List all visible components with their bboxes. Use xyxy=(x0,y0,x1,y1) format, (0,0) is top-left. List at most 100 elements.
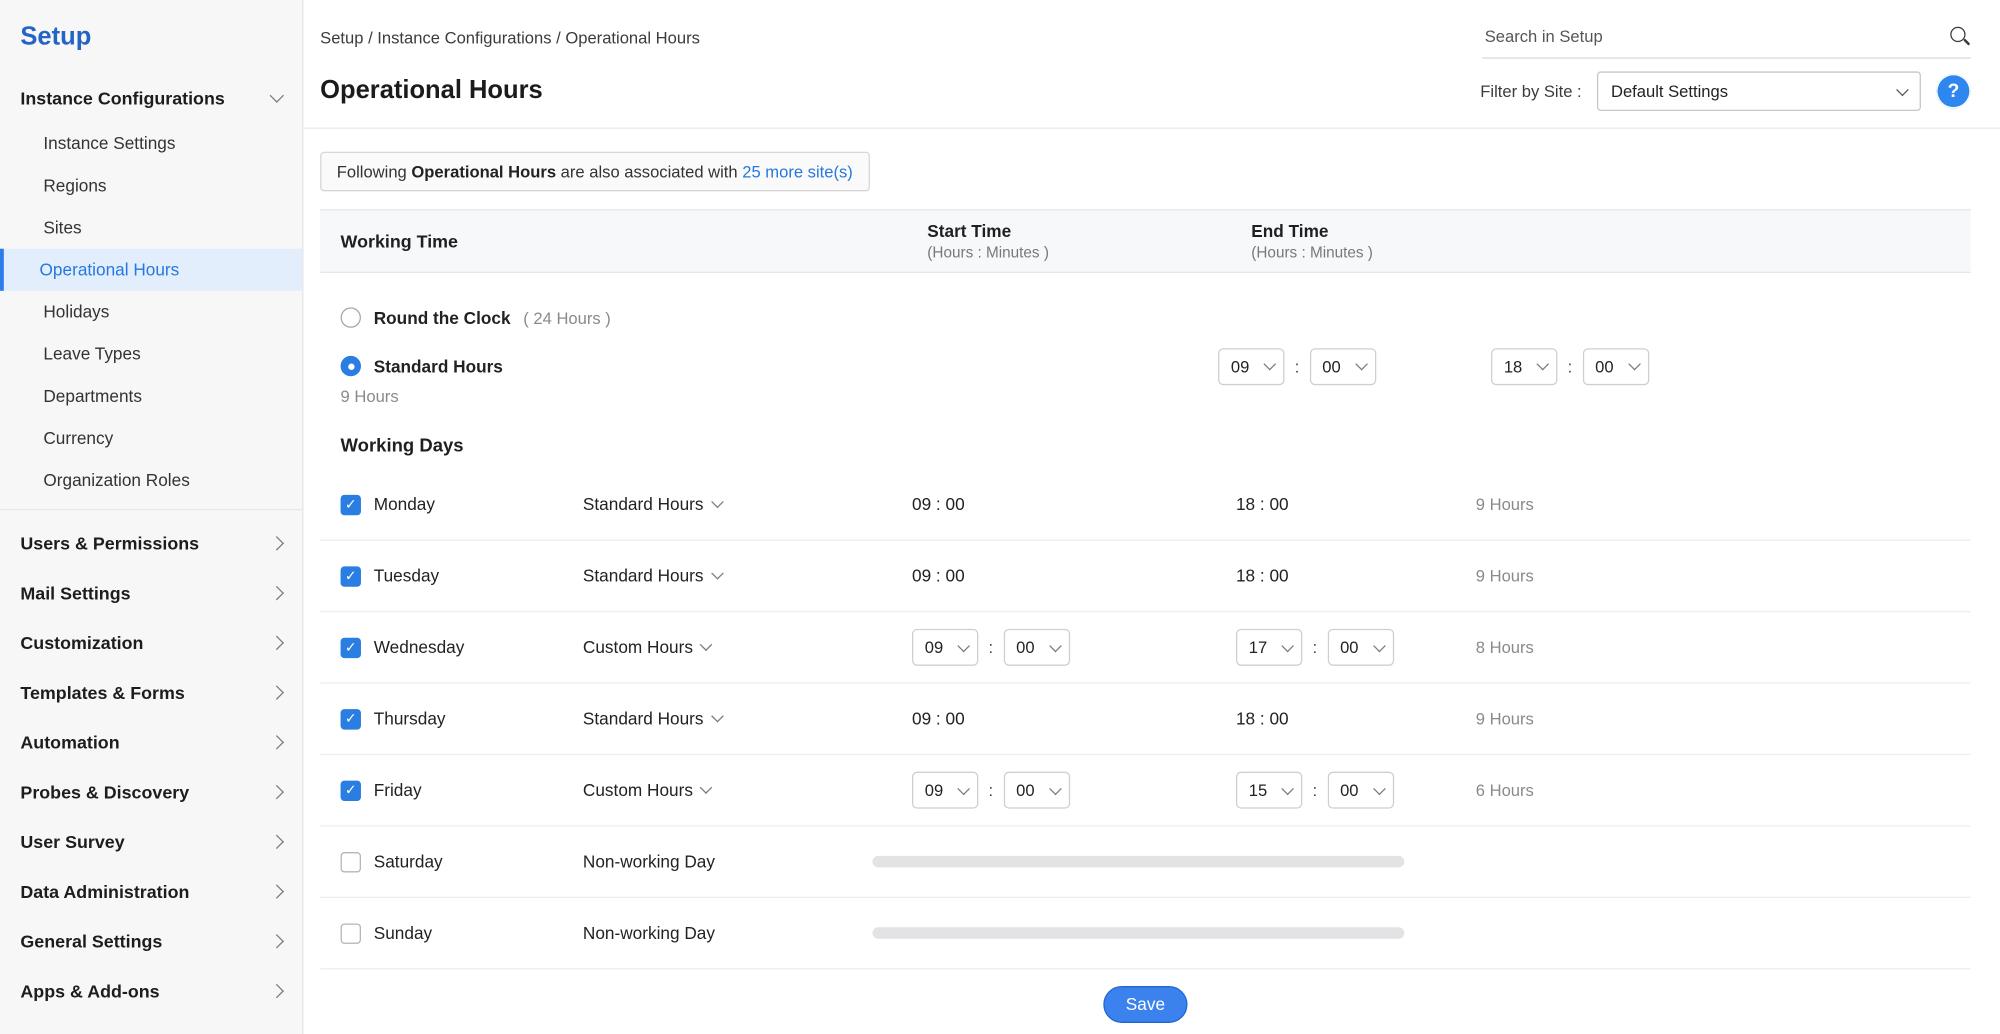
topbar: Setup / Instance Configurations / Operat… xyxy=(304,0,2000,69)
thursday-hours-mode-select[interactable]: Standard Hours xyxy=(583,709,721,728)
thursday-start-time: 09 : 00 xyxy=(912,709,965,728)
section-label: Users & Permissions xyxy=(20,533,199,553)
more-sites-link[interactable]: 25 more site(s) xyxy=(742,162,853,181)
section-label: Customization xyxy=(20,632,143,652)
sidebar-section-mail-settings[interactable]: Mail Settings xyxy=(0,568,302,618)
sidebar-section-probes-discovery[interactable]: Probes & Discovery xyxy=(0,767,302,817)
site-filter-select[interactable]: Default Settings xyxy=(1597,71,1921,111)
sidebar-section-general-settings[interactable]: General Settings xyxy=(0,916,302,966)
tuesday-hours-mode-select[interactable]: Standard Hours xyxy=(583,566,721,585)
chevron-down-icon xyxy=(1628,358,1641,371)
sidebar-item-holidays[interactable]: Holidays xyxy=(0,291,302,333)
sidebar-section-automation[interactable]: Automation xyxy=(0,717,302,767)
day-name: Tuesday xyxy=(374,566,439,585)
monday-total-hours: 9 Hours xyxy=(1455,495,1970,514)
sidebar-item-currency[interactable]: Currency xyxy=(0,417,302,459)
day-row-tuesday: ✓ Tuesday Standard Hours 09 : 00 18 : 00… xyxy=(320,541,1971,612)
round-the-clock-suffix: ( 24 Hours ) xyxy=(523,308,611,327)
chevron-down-icon xyxy=(1896,83,1909,96)
mode-value: Standard Hours xyxy=(583,709,704,728)
hour-value: 09 xyxy=(925,781,943,800)
sidebar-item-instance-settings[interactable]: Instance Settings xyxy=(0,122,302,164)
wednesday-hours-mode-select[interactable]: Custom Hours xyxy=(583,637,711,656)
day-name: Sunday xyxy=(374,923,432,942)
friday-end-minute-select[interactable]: 00 xyxy=(1327,772,1393,809)
tuesday-end-time: 18 : 00 xyxy=(1236,566,1289,585)
start-time-label: Start Time xyxy=(927,221,1200,240)
mode-value: Standard Hours xyxy=(583,494,704,513)
thursday-checkbox[interactable]: ✓ xyxy=(341,709,361,729)
banner-suffix: are also associated with xyxy=(556,162,742,181)
search-input[interactable] xyxy=(1482,26,1949,48)
section-label: Data Administration xyxy=(20,881,189,901)
sidebar-section-templates-forms[interactable]: Templates & Forms xyxy=(0,667,302,717)
monday-end-time: 18 : 00 xyxy=(1236,494,1289,513)
monday-checkbox[interactable]: ✓ xyxy=(341,494,361,514)
round-the-clock-radio[interactable] xyxy=(341,307,361,327)
friday-hours-mode-select[interactable]: Custom Hours xyxy=(583,780,711,799)
search-icon[interactable] xyxy=(1949,26,1971,48)
standard-start-minute-select[interactable]: 00 xyxy=(1309,348,1375,385)
sunday-checkbox[interactable] xyxy=(341,923,361,943)
sidebar-section-customization[interactable]: Customization xyxy=(0,617,302,667)
standard-end-hour-select[interactable]: 18 xyxy=(1491,348,1557,385)
wednesday-end-hour-select[interactable]: 17 xyxy=(1236,629,1302,666)
monday-hours-mode-select[interactable]: Standard Hours xyxy=(583,494,721,513)
chevron-right-icon xyxy=(270,635,284,649)
chevron-right-icon xyxy=(270,983,284,997)
standard-total-hours: 9 Hours xyxy=(320,386,583,405)
filter-by-site-label: Filter by Site : xyxy=(1480,82,1581,101)
standard-hours-radio[interactable] xyxy=(341,356,361,376)
sidebar-item-sites[interactable]: Sites xyxy=(0,207,302,249)
setup-title: Setup xyxy=(0,0,302,73)
sidebar-item-departments[interactable]: Departments xyxy=(0,375,302,417)
friday-start-minute-select[interactable]: 00 xyxy=(1003,772,1069,809)
sidebar-section-user-survey[interactable]: User Survey xyxy=(0,816,302,866)
help-button[interactable]: ? xyxy=(1936,74,1970,108)
wednesday-checkbox[interactable]: ✓ xyxy=(341,637,361,657)
sidebar-item-leave-types[interactable]: Leave Types xyxy=(0,333,302,375)
day-name: Thursday xyxy=(374,709,446,728)
section-label: Automation xyxy=(20,732,119,752)
sunday-hours-mode: Non-working Day xyxy=(583,923,715,942)
friday-total-hours: 6 Hours xyxy=(1455,781,1970,800)
thursday-end-time: 18 : 00 xyxy=(1236,709,1289,728)
day-row-friday: ✓ Friday Custom Hours 09 : 00 15 : 00 xyxy=(320,755,1971,826)
sidebar-section-users-permissions[interactable]: Users & Permissions xyxy=(0,518,302,568)
chevron-right-icon xyxy=(270,784,284,798)
wednesday-end-minute-select[interactable]: 00 xyxy=(1327,629,1393,666)
thursday-total-hours: 9 Hours xyxy=(1455,709,1970,728)
tuesday-checkbox[interactable]: ✓ xyxy=(341,566,361,586)
sidebar-sections: Users & Permissions Mail Settings Custom… xyxy=(0,509,302,1015)
standard-end-minute-value: 00 xyxy=(1595,357,1613,376)
chevron-down-icon xyxy=(1373,639,1386,652)
friday-end-hour-select[interactable]: 15 xyxy=(1236,772,1302,809)
save-button[interactable]: Save xyxy=(1103,986,1188,1023)
sidebar-item-organization-roles[interactable]: Organization Roles xyxy=(0,459,302,501)
page-title: Operational Hours xyxy=(320,77,543,106)
start-time-header: Start Time (Hours : Minutes ) xyxy=(894,221,1200,261)
wednesday-start-hour-select[interactable]: 09 xyxy=(912,629,978,666)
day-row-wednesday: ✓ Wednesday Custom Hours 09 : 00 17 : 00 xyxy=(320,612,1971,683)
chevron-down-icon xyxy=(711,567,724,580)
mode-value: Non-working Day xyxy=(583,923,715,942)
mode-value: Non-working Day xyxy=(583,851,715,870)
sidebar-section-apps-addons[interactable]: Apps & Add-ons xyxy=(0,966,302,1016)
sidebar-item-regions[interactable]: Regions xyxy=(0,165,302,207)
friday-start-hour-select[interactable]: 09 xyxy=(912,772,978,809)
chevron-down-icon xyxy=(957,782,970,795)
wednesday-start-minute-select[interactable]: 00 xyxy=(1003,629,1069,666)
end-time-units: (Hours : Minutes ) xyxy=(1251,243,1455,261)
sidebar-section-instance-configurations[interactable]: Instance Configurations xyxy=(0,73,302,123)
tuesday-total-hours: 9 Hours xyxy=(1455,566,1970,585)
standard-end-minute-select[interactable]: 00 xyxy=(1582,348,1648,385)
time-colon: : xyxy=(1295,357,1300,376)
saturday-checkbox[interactable] xyxy=(341,851,361,871)
friday-checkbox[interactable]: ✓ xyxy=(341,780,361,800)
breadcrumb: Setup / Instance Configurations / Operat… xyxy=(320,27,700,46)
chevron-down-icon xyxy=(1355,358,1368,371)
sidebar-section-data-administration[interactable]: Data Administration xyxy=(0,866,302,916)
standard-start-hour-select[interactable]: 09 xyxy=(1218,348,1284,385)
sidebar-item-operational-hours[interactable]: Operational Hours xyxy=(0,249,302,291)
monday-start-time: 09 : 00 xyxy=(912,494,965,513)
